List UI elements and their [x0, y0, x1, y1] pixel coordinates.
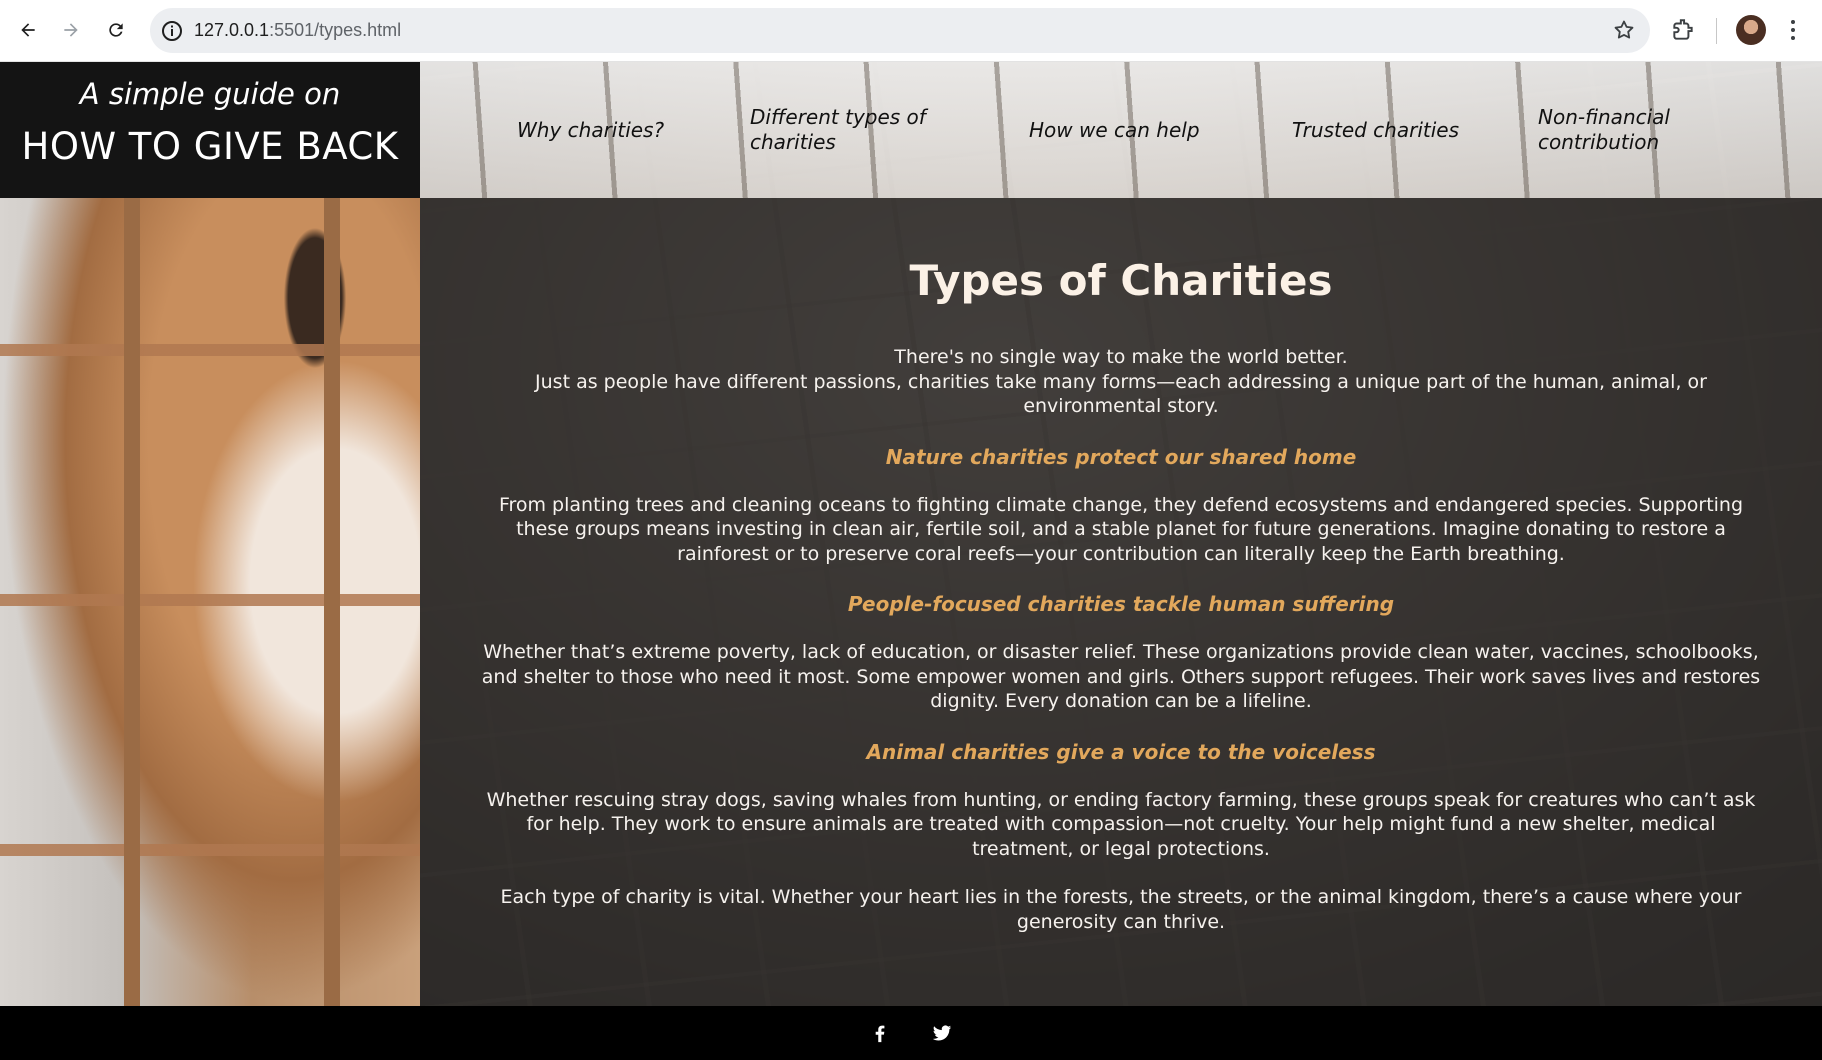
section-body-animal: Whether rescuing stray dogs, saving whal…: [486, 788, 1756, 860]
page-title: Types of Charities: [909, 256, 1333, 305]
nav-label: charities: [750, 130, 836, 154]
facebook-icon[interactable]: [869, 1022, 891, 1044]
section-body-people: Whether that’s extreme poverty, lack of …: [481, 641, 1761, 712]
forward-arrow-icon: [64, 23, 78, 37]
browser-toolbar: 127.0.0.1:5501/types.html: [0, 0, 1822, 62]
reload-icon: [109, 23, 123, 37]
intro-text: There's no single way to make the world …: [420, 345, 1822, 419]
nav-link-how-we-can-help[interactable]: How we can help: [1029, 62, 1200, 198]
site-footer: [0, 1006, 1822, 1060]
intro-line-2: Just as people have different passions, …: [535, 370, 1707, 418]
nav-link-types-of-charities[interactable]: Different types of charities: [750, 62, 926, 198]
brand-title: HOW TO GIVE BACK: [21, 125, 399, 168]
section-heading-nature: Nature charities protect our shared home: [885, 444, 1357, 469]
profile-avatar[interactable]: [1736, 15, 1766, 45]
nav-label: Trusted charities: [1292, 117, 1460, 142]
nav-label: Why charities?: [517, 117, 665, 142]
toolbar-divider: [1716, 18, 1717, 44]
twitter-icon[interactable]: [931, 1022, 953, 1044]
section-body-nature: From planting trees and cleaning oceans …: [498, 493, 1744, 565]
nav-link-why-charities[interactable]: Why charities?: [517, 62, 664, 198]
extensions-icon[interactable]: [1670, 17, 1696, 43]
site-brand[interactable]: A simple guide on HOW TO GIVE BACK: [0, 62, 420, 198]
section-heading-people: People-focused charities tackle human su…: [847, 592, 1395, 616]
url-host: 127.0.0.1: [194, 20, 270, 40]
nav-link-trusted-charities[interactable]: Trusted charities: [1292, 62, 1459, 198]
nav-label: Different types of: [750, 105, 926, 129]
brand-tagline: A simple guide on: [79, 77, 341, 111]
site-info-icon[interactable]: [160, 19, 184, 43]
back-button[interactable]: [12, 14, 44, 46]
closing-text: Each type of charity is vital. Whether y…: [500, 886, 1742, 933]
bookmark-star-icon[interactable]: [1612, 18, 1636, 42]
page-background: A simple guide on HOW TO GIVE BACK Why c…: [0, 62, 1822, 1060]
reload-button[interactable]: [100, 14, 132, 46]
nav-label: Non-financial: [1538, 105, 1670, 129]
dog-photo: [0, 62, 420, 1006]
main-content: Types of Charities There's no single way…: [420, 198, 1822, 1006]
main-navigation: Why charities? Different types of charit…: [420, 62, 1822, 198]
forward-button[interactable]: [55, 14, 87, 46]
intro-line-1: There's no single way to make the world …: [894, 346, 1348, 368]
kebab-menu-icon[interactable]: [1780, 16, 1806, 44]
nav-link-non-financial[interactable]: Non-financial contribution: [1538, 62, 1670, 198]
nav-label: How we can help: [1029, 117, 1200, 142]
section-heading-animal: Animal charities give a voice to the voi…: [866, 739, 1376, 764]
nav-label: contribution: [1538, 130, 1660, 154]
address-bar[interactable]: 127.0.0.1:5501/types.html: [150, 8, 1650, 53]
url-text[interactable]: 127.0.0.1:5501/types.html: [194, 20, 401, 41]
url-path: :5501/types.html: [269, 20, 402, 40]
back-arrow-icon: [21, 23, 35, 37]
